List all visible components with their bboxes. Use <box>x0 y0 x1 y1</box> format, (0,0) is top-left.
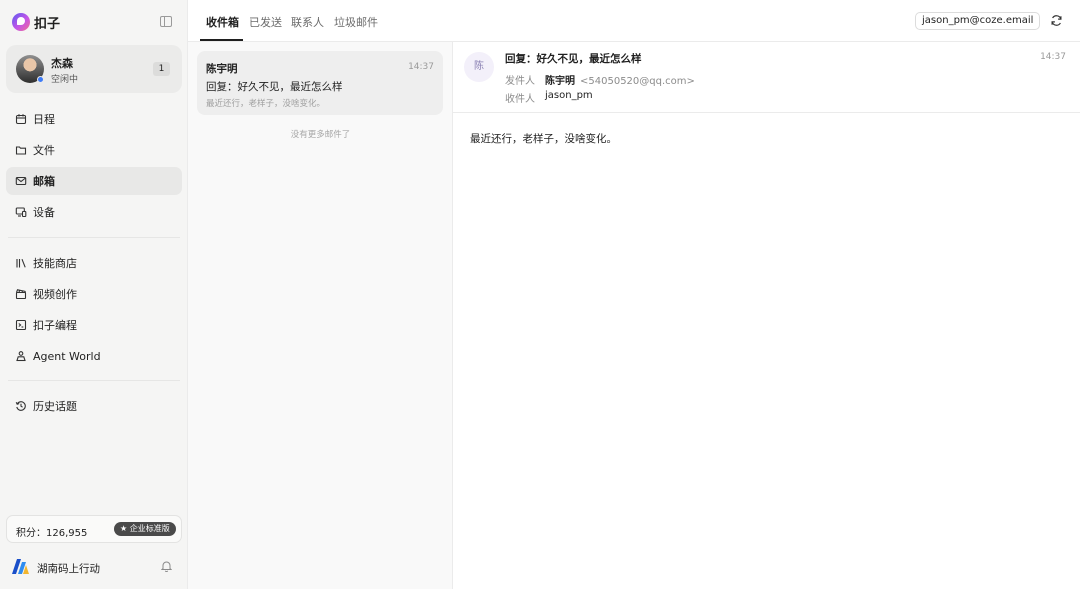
sidebar-item-label: 视频创作 <box>33 288 77 301</box>
folder-icon <box>15 144 27 156</box>
org-logo-icon <box>12 559 29 574</box>
points-text: 积分：126,955 <box>16 528 88 539</box>
org-name: 湖南码上行动 <box>37 563 100 575</box>
user-status: 空闲中 <box>51 75 79 85</box>
message-time: 14:37 <box>1040 52 1066 62</box>
account-email[interactable]: jason_pm@coze.email <box>915 12 1041 30</box>
message-subject: 回复：好久不见，最近怎么样 <box>505 53 642 65</box>
mail-tabbar: 收件箱 已发送 联系人 垃圾邮件 jason_pm@coze.email <box>188 0 1080 42</box>
sidebar-item-files[interactable]: 文件 <box>6 136 182 164</box>
app-name: 扣子 <box>34 16 61 32</box>
user-card[interactable]: 杰森 空闲中 1 <box>6 45 182 93</box>
mail-time: 14:37 <box>408 62 434 72</box>
history-icon <box>15 400 27 412</box>
agent-icon <box>15 350 27 362</box>
sender-avatar: 陈 <box>464 52 494 82</box>
tab-inbox[interactable]: 收件箱 <box>206 14 239 30</box>
mail-list: 陈宇明 14:37 回复：好久不见，最近怎么样 最近还行，老样子，没啥变化。 没… <box>188 42 453 589</box>
sidebar-item-label: 日程 <box>33 113 55 126</box>
to-label: 收件人 <box>505 94 535 105</box>
library-icon <box>15 257 27 269</box>
sidebar-item-calendar[interactable]: 日程 <box>6 105 182 133</box>
tab-sent[interactable]: 已发送 <box>249 14 282 30</box>
sidebar-item-history[interactable]: 历史话题 <box>6 392 182 420</box>
sidebar-item-agent-world[interactable]: Agent World <box>6 342 182 370</box>
sidebar-item-label: 文件 <box>33 144 55 157</box>
sidebar-item-label: 历史话题 <box>33 400 77 413</box>
sidebar-item-skill-store[interactable]: 技能商店 <box>6 249 182 277</box>
mail-subject: 回复：好久不见，最近怎么样 <box>206 81 343 93</box>
sidebar-item-video[interactable]: 视频创作 <box>6 280 182 308</box>
sidebar-divider <box>8 380 180 381</box>
app-logo[interactable]: 扣子 <box>12 12 176 32</box>
calendar-icon <box>15 113 27 125</box>
from-label: 发件人 <box>505 76 535 87</box>
sidebar-toggle-icon[interactable] <box>160 16 172 27</box>
tier-badge[interactable]: ★ 企业标准版 <box>114 522 176 536</box>
notification-badge: 1 <box>153 62 170 76</box>
list-item[interactable]: 陈宇明 14:37 回复：好久不见，最近怎么样 最近还行，老样子，没啥变化。 <box>197 51 443 115</box>
list-end-text: 没有更多邮件了 <box>290 130 351 140</box>
message-header: 陈 回复：好久不见，最近怎么样 14:37 发件人 陈宇明 <54050520@q… <box>453 42 1080 113</box>
device-icon <box>15 206 27 218</box>
mail-sender: 陈宇明 <box>206 63 238 75</box>
sidebar-item-label: 邮箱 <box>33 175 55 188</box>
from-email: <54050520@qq.com> <box>580 76 695 87</box>
points-panel[interactable]: 积分：126,955 ★ 企业标准版 <box>6 515 182 543</box>
status-dot <box>37 76 44 83</box>
reading-pane: 陈 回复：好久不见，最近怎么样 14:37 发件人 陈宇明 <54050520@q… <box>453 42 1080 589</box>
bell-icon[interactable] <box>161 560 172 572</box>
sidebar-item-coding[interactable]: 扣子编程 <box>6 311 182 339</box>
sidebar-item-label: Agent World <box>33 349 101 363</box>
refresh-icon[interactable] <box>1050 14 1063 27</box>
sidebar: 扣子 杰森 空闲中 1 日程 文件 邮箱 设备 技能商店 视频创作 扣子编程 A… <box>0 0 188 589</box>
active-tab-indicator <box>200 39 243 41</box>
from-name: 陈宇明 <box>545 76 575 87</box>
org-switcher[interactable]: 湖南码上行动 <box>12 557 176 577</box>
sidebar-item-label: 设备 <box>33 206 55 219</box>
to-value: jason_pm <box>545 90 593 101</box>
tier-badge-label: 企业标准版 <box>129 524 170 533</box>
terminal-icon <box>15 319 27 331</box>
tab-contacts[interactable]: 联系人 <box>291 14 324 30</box>
sidebar-divider <box>8 237 180 238</box>
sidebar-item-mail[interactable]: 邮箱 <box>6 167 182 195</box>
clapperboard-icon <box>15 288 27 300</box>
message-body: 最近还行，老样子，没啥变化。 <box>470 133 617 145</box>
coze-logo-icon <box>12 13 30 31</box>
tab-spam[interactable]: 垃圾邮件 <box>334 14 378 30</box>
sidebar-item-devices[interactable]: 设备 <box>6 198 182 226</box>
mail-icon <box>15 175 27 187</box>
user-name: 杰森 <box>51 57 73 70</box>
sidebar-item-label: 扣子编程 <box>33 319 77 332</box>
star-icon: ★ <box>120 524 128 533</box>
from-field[interactable]: 陈宇明 <54050520@qq.com> <box>545 72 695 87</box>
sidebar-item-label: 技能商店 <box>33 257 77 270</box>
mail-preview: 最近还行，老样子，没啥变化。 <box>206 99 326 109</box>
